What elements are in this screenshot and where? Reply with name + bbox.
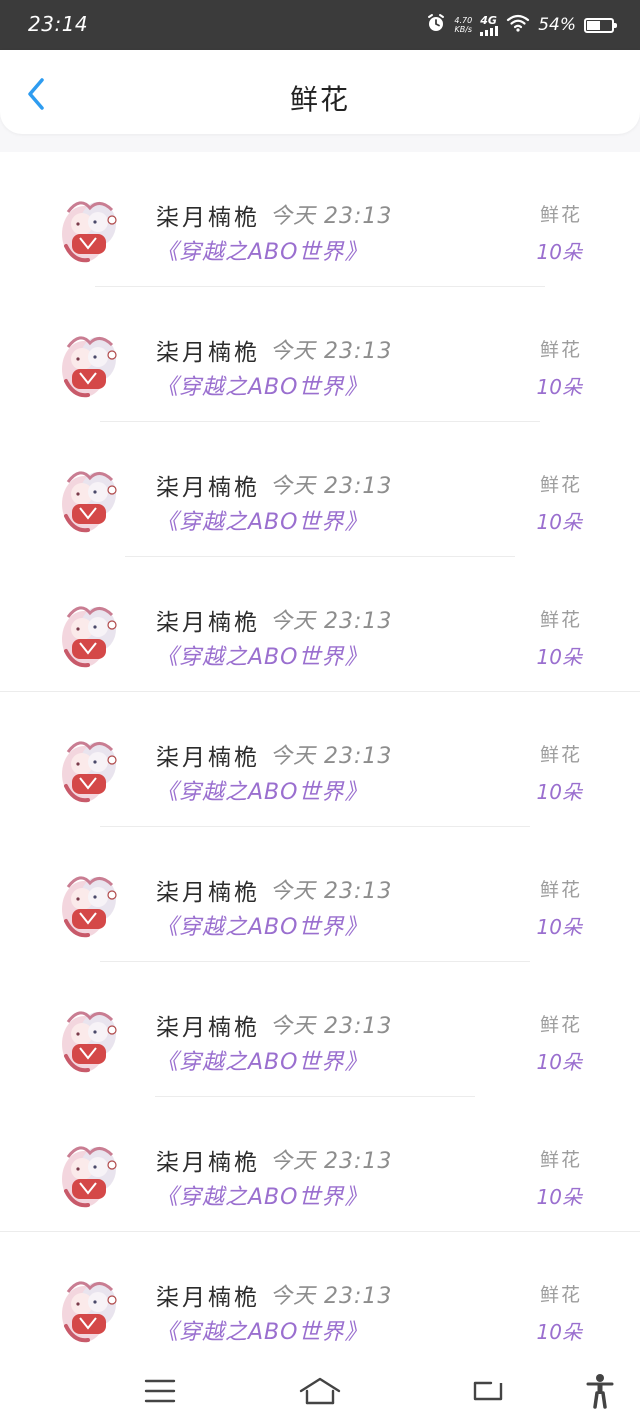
wifi-icon bbox=[506, 14, 530, 36]
gift-count: 10朵 bbox=[536, 510, 582, 534]
sender-name: 柒月楠桅 bbox=[156, 340, 260, 366]
avatar[interactable] bbox=[60, 329, 120, 401]
gift-type: 鲜花 bbox=[539, 474, 582, 496]
send-time: 今天 23:13 bbox=[270, 879, 393, 904]
status-bar: 23:14 4.70 KB/s 4G 54% bbox=[0, 0, 640, 50]
gift-type: 鲜花 bbox=[539, 879, 582, 901]
navigation-bar bbox=[0, 1362, 640, 1422]
gift-record-row[interactable]: 柒月楠桅 今天 23:13 《穿越之ABO世界》 鲜花 10朵 bbox=[0, 827, 640, 962]
gift-record-row[interactable]: 柒月楠桅 今天 23:13 《穿越之ABO世界》 鲜花 10朵 bbox=[0, 557, 640, 692]
gift-record-row[interactable]: 柒月楠桅 今天 23:13 《穿越之ABO世界》 鲜花 10朵 bbox=[0, 422, 640, 557]
alarm-icon bbox=[426, 13, 446, 37]
avatar[interactable] bbox=[60, 599, 120, 671]
gift-count: 10朵 bbox=[536, 780, 582, 804]
avatar[interactable] bbox=[60, 194, 120, 266]
gift-count: 10朵 bbox=[536, 240, 582, 264]
gift-count: 10朵 bbox=[536, 1320, 582, 1344]
gift-type: 鲜花 bbox=[539, 1014, 582, 1036]
avatar[interactable] bbox=[60, 734, 120, 806]
avatar[interactable] bbox=[60, 1274, 120, 1346]
network-speed: 4.70 KB/s bbox=[454, 16, 472, 34]
avatar[interactable] bbox=[60, 1004, 120, 1076]
accessibility-icon bbox=[586, 1374, 614, 1409]
header: 鲜花 bbox=[0, 50, 640, 134]
send-time: 今天 23:13 bbox=[270, 609, 393, 634]
gift-type: 鲜花 bbox=[539, 609, 582, 631]
sender-name: 柒月楠桅 bbox=[156, 610, 260, 636]
battery-icon bbox=[584, 17, 617, 33]
sender-name: 柒月楠桅 bbox=[156, 1285, 260, 1311]
gift-count: 10朵 bbox=[536, 1185, 582, 1209]
network-speed-unit: KB/s bbox=[454, 25, 473, 34]
book-title[interactable]: 《穿越之ABO世界》 bbox=[156, 774, 367, 806]
avatar[interactable] bbox=[60, 464, 120, 536]
home-button[interactable] bbox=[295, 1368, 345, 1414]
send-time: 今天 23:13 bbox=[270, 204, 393, 229]
status-icons: 4.70 KB/s 4G 54% bbox=[426, 10, 617, 40]
sender-name: 柒月楠桅 bbox=[156, 205, 260, 231]
gift-record-row[interactable]: 柒月楠桅 今天 23:13 《穿越之ABO世界》 鲜花 10朵 bbox=[0, 287, 640, 422]
gift-record-row[interactable]: 柒月楠桅 今天 23:13 《穿越之ABO世界》 鲜花 10朵 bbox=[0, 1097, 640, 1232]
sender-name: 柒月楠桅 bbox=[156, 475, 260, 501]
sender-name: 柒月楠桅 bbox=[156, 745, 260, 771]
book-title[interactable]: 《穿越之ABO世界》 bbox=[156, 1044, 367, 1076]
avatar[interactable] bbox=[60, 869, 120, 941]
menu-icon bbox=[144, 1379, 176, 1403]
book-title[interactable]: 《穿越之ABO世界》 bbox=[156, 234, 367, 266]
send-time: 今天 23:13 bbox=[270, 744, 393, 769]
network-speed-value: 4.70 bbox=[454, 16, 473, 25]
accessibility-button[interactable] bbox=[575, 1368, 625, 1414]
gift-type: 鲜花 bbox=[539, 1284, 582, 1306]
send-time: 今天 23:13 bbox=[270, 1149, 393, 1174]
book-title[interactable]: 《穿越之ABO世界》 bbox=[156, 639, 367, 671]
page-title: 鲜花 bbox=[289, 83, 350, 116]
send-time: 今天 23:13 bbox=[270, 339, 393, 364]
sender-name: 柒月楠桅 bbox=[156, 880, 260, 906]
network-status: 4G bbox=[480, 13, 499, 36]
gift-type: 鲜花 bbox=[539, 204, 582, 226]
battery-fill bbox=[587, 20, 600, 30]
sender-name: 柒月楠桅 bbox=[156, 1150, 260, 1176]
book-title[interactable]: 《穿越之ABO世界》 bbox=[156, 1179, 367, 1211]
home-icon bbox=[299, 1377, 341, 1405]
send-time: 今天 23:13 bbox=[270, 474, 393, 499]
send-time: 今天 23:13 bbox=[270, 1284, 393, 1309]
gift-record-row[interactable]: 柒月楠桅 今天 23:13 《穿越之ABO世界》 鲜花 10朵 bbox=[0, 692, 640, 827]
gift-record-list: 柒月楠桅 今天 23:13 《穿越之ABO世界》 鲜花 10朵 柒月楠桅 今天 … bbox=[0, 152, 640, 1362]
gift-type: 鲜花 bbox=[539, 1149, 582, 1171]
gift-type: 鲜花 bbox=[539, 744, 582, 766]
back-icon bbox=[473, 1381, 503, 1401]
gift-type: 鲜花 bbox=[539, 339, 582, 361]
book-title[interactable]: 《穿越之ABO世界》 bbox=[156, 504, 367, 536]
network-type: 4G bbox=[480, 13, 497, 27]
gift-count: 10朵 bbox=[536, 375, 582, 399]
gift-count: 10朵 bbox=[536, 645, 582, 669]
book-title[interactable]: 《穿越之ABO世界》 bbox=[156, 369, 367, 401]
signal-icon bbox=[480, 25, 499, 36]
sender-name: 柒月楠桅 bbox=[156, 1015, 260, 1041]
gift-record-row[interactable]: 柒月楠桅 今天 23:13 《穿越之ABO世界》 鲜花 10朵 bbox=[0, 152, 640, 287]
battery-percent: 54% bbox=[538, 15, 576, 35]
menu-button[interactable] bbox=[135, 1368, 185, 1414]
back-nav-button[interactable] bbox=[463, 1368, 513, 1414]
gift-record-row[interactable]: 柒月楠桅 今天 23:13 《穿越之ABO世界》 鲜花 10朵 bbox=[0, 962, 640, 1097]
status-time: 23:14 bbox=[28, 12, 89, 36]
avatar[interactable] bbox=[60, 1139, 120, 1211]
book-title[interactable]: 《穿越之ABO世界》 bbox=[156, 909, 367, 941]
send-time: 今天 23:13 bbox=[270, 1014, 393, 1039]
gift-count: 10朵 bbox=[536, 915, 582, 939]
book-title[interactable]: 《穿越之ABO世界》 bbox=[156, 1314, 367, 1346]
gift-record-row[interactable]: 柒月楠桅 今天 23:13 《穿越之ABO世界》 鲜花 10朵 bbox=[0, 1232, 640, 1367]
gift-count: 10朵 bbox=[536, 1050, 582, 1074]
